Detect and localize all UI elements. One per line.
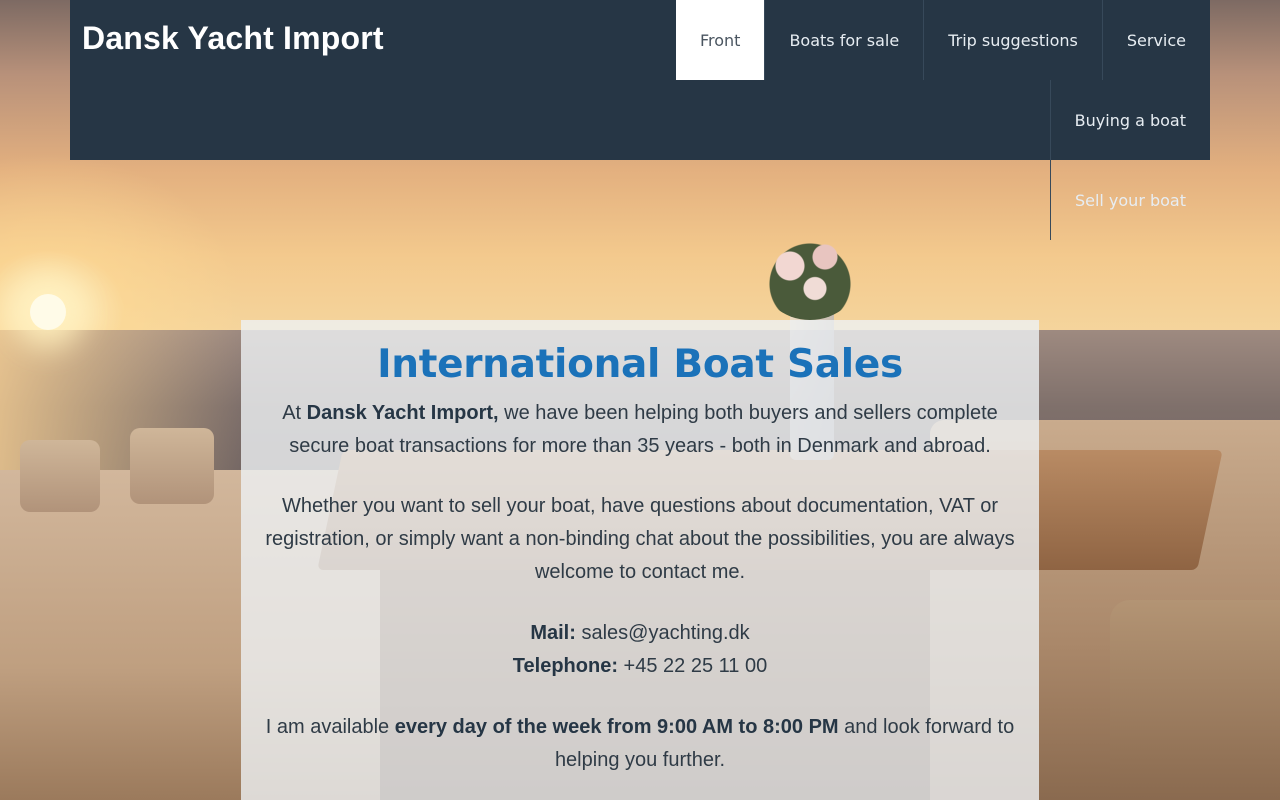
- main-nav: Front Boats for sale Trip suggestions Se…: [570, 0, 1210, 240]
- mail-label: Mail:: [530, 622, 576, 644]
- availability-paragraph: I am available every day of the week fro…: [260, 711, 1020, 777]
- flowers: [760, 230, 860, 320]
- site-logo[interactable]: Dansk Yacht Import: [82, 20, 384, 57]
- mail-line: Mail: sales@yachting.dk: [241, 617, 1039, 650]
- phone-label: Telephone:: [512, 655, 618, 677]
- contact-block: Mail: sales@yachting.dk Telephone: +45 2…: [241, 617, 1039, 683]
- nav-item-sell-your-boat[interactable]: Sell your boat: [1049, 160, 1210, 240]
- pillow: [20, 440, 100, 512]
- phone-value[interactable]: +45 22 25 11 00: [624, 655, 768, 677]
- availability-hours: every day of the week from 9:00 AM to 8:…: [394, 716, 839, 738]
- nav-item-boats-for-sale[interactable]: Boats for sale: [764, 0, 923, 80]
- nav-item-trip-suggestions[interactable]: Trip suggestions: [923, 0, 1102, 80]
- intro-panel: International Boat Sales At Dansk Yacht …: [241, 320, 1039, 800]
- sofa-right-front: [1110, 600, 1280, 800]
- contact-invite-paragraph: Whether you want to sell your boat, have…: [265, 495, 1015, 583]
- mail-value[interactable]: sales@yachting.dk: [581, 622, 749, 644]
- nav-item-buying-a-boat[interactable]: Buying a boat: [1049, 80, 1210, 160]
- availability-prefix: I am available: [265, 716, 395, 738]
- sun: [30, 294, 66, 330]
- nav-item-service[interactable]: Service: [1101, 0, 1210, 80]
- intro-paragraph: At Dansk Yacht Import, we have been help…: [280, 397, 1000, 463]
- company-name: Dansk Yacht Import,: [306, 402, 499, 424]
- phone-line: Telephone: +45 22 25 11 00: [241, 650, 1039, 683]
- site-header: Dansk Yacht Import Front Boats for sale …: [70, 0, 1210, 240]
- intro-prefix: At: [282, 402, 307, 424]
- nav-item-front[interactable]: Front: [675, 0, 765, 80]
- page-title: International Boat Sales: [377, 342, 903, 387]
- pillow: [130, 428, 214, 504]
